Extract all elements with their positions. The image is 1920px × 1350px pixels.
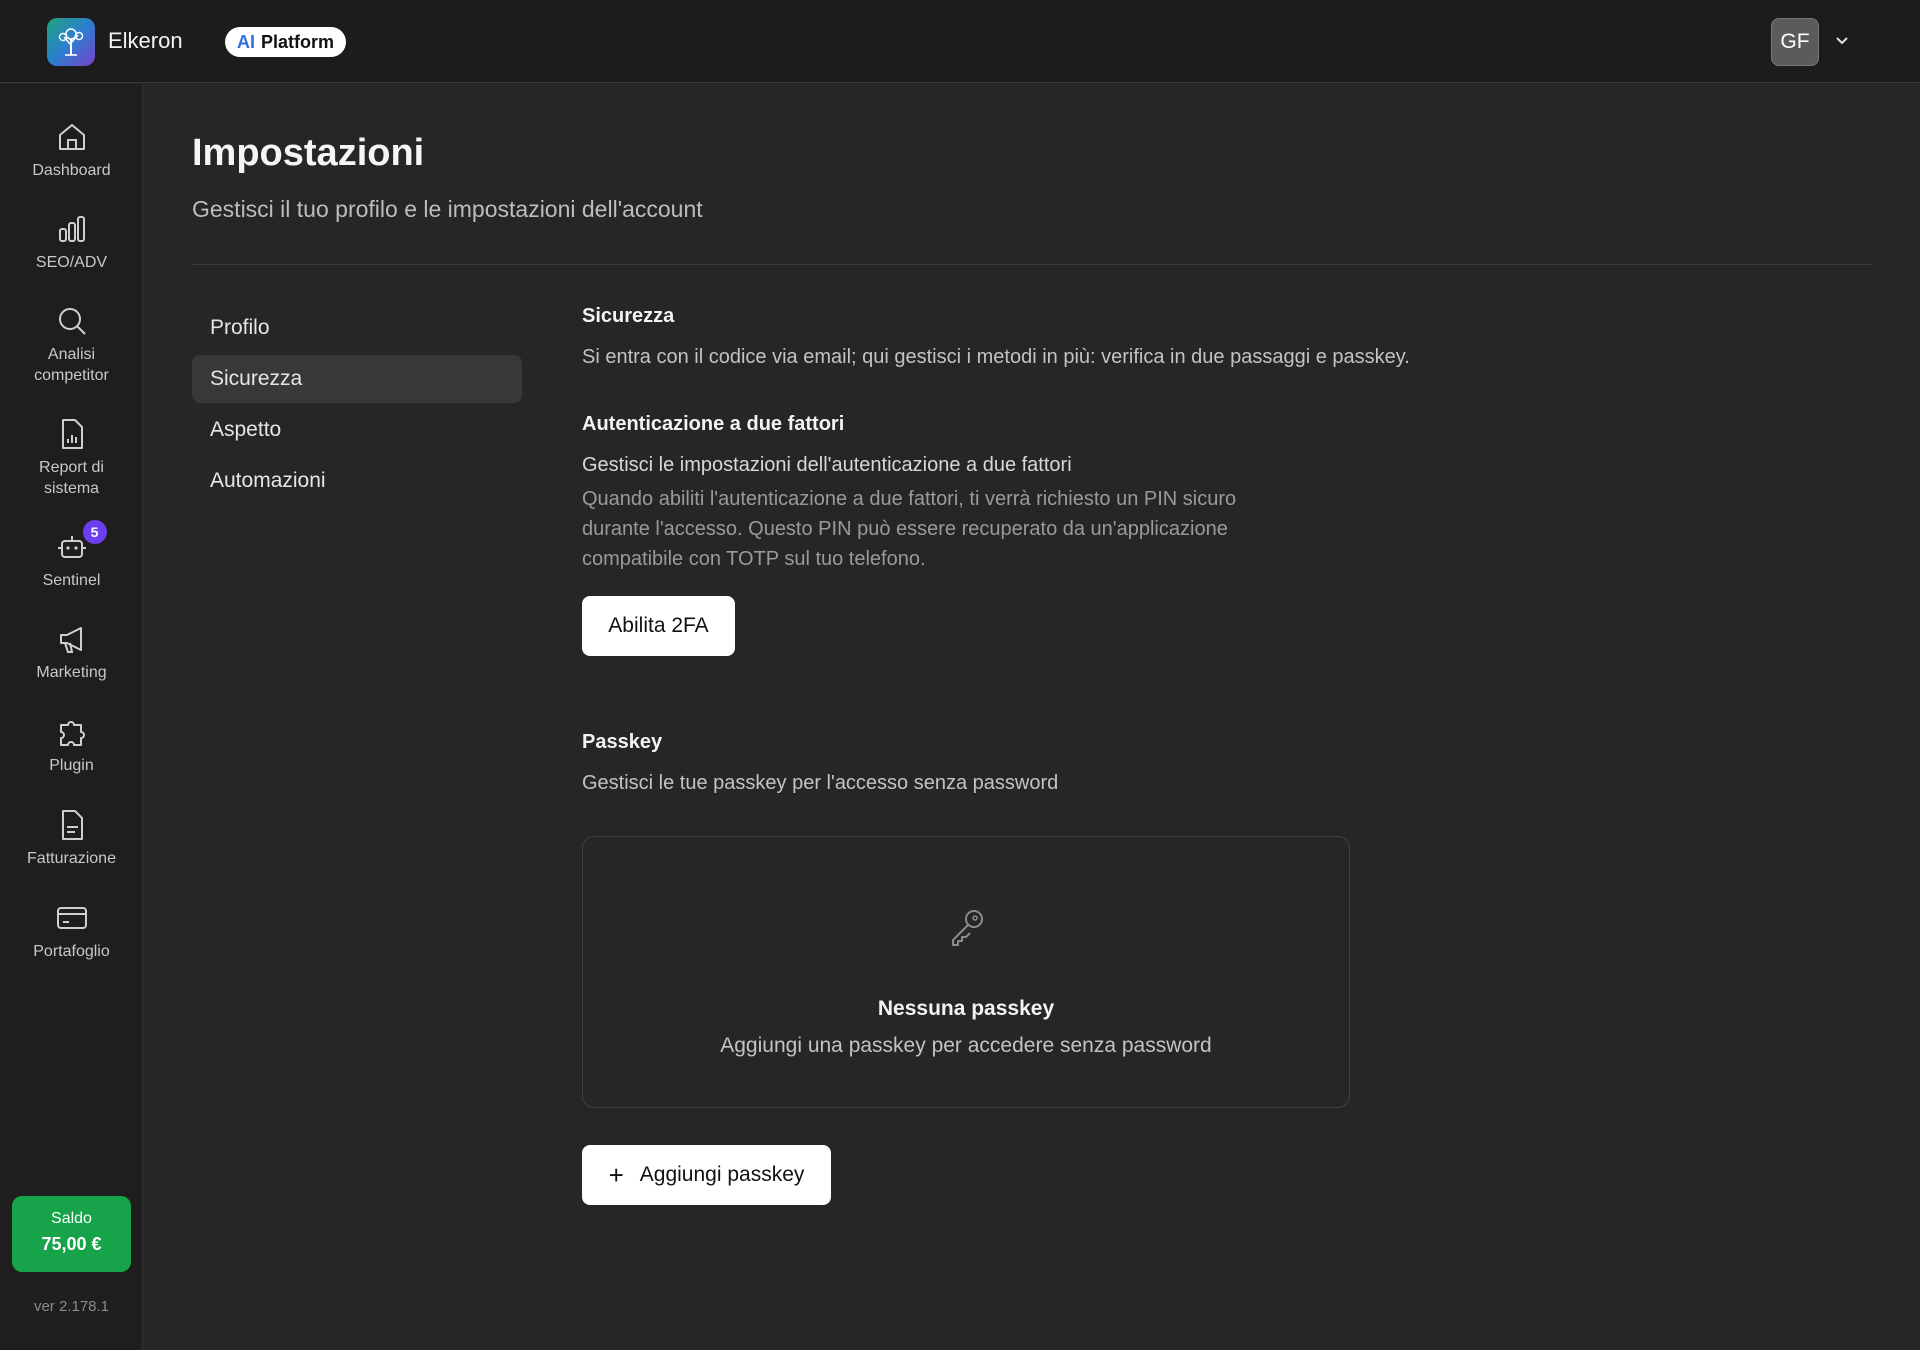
sidebar-item-portafoglio[interactable]: Portafoglio [0, 901, 143, 962]
user-avatar[interactable]: GF [1771, 18, 1819, 66]
settings-tab-automazioni[interactable]: Automazioni [192, 457, 522, 505]
passkey-empty-state: Nessuna passkey Aggiungi una passkey per… [582, 836, 1350, 1108]
sidebar: Dashboard SEO/ADV Analisi competitor Rep… [0, 84, 143, 1350]
settings-tab-aspetto[interactable]: Aspetto [192, 406, 522, 454]
sidebar-item-label: Plugin [49, 757, 94, 774]
app-version: ver 2.178.1 [33, 1298, 110, 1315]
key-icon [952, 910, 983, 946]
sidebar-item-dashboard[interactable]: Dashboard [0, 120, 143, 181]
search-icon [58, 308, 86, 335]
tree-icon [58, 28, 84, 56]
divider [192, 264, 1872, 265]
sidebar-item-report-di-sistema[interactable]: Report di sistema [0, 417, 143, 499]
sidebar-item-label: Sentinel [42, 572, 101, 589]
sidebar-item-plugin[interactable]: Plugin [0, 715, 143, 776]
sidebar-item-seo-adv[interactable]: SEO/ADV [0, 212, 143, 273]
balance-widget[interactable]: Saldo 75,00 € [12, 1196, 131, 1272]
passkey-empty-title: Nessuna passkey [877, 997, 1055, 1020]
security-title: Sicurezza [582, 305, 675, 327]
add-passkey-label: Aggiungi passkey [639, 1163, 805, 1186]
settings-tab-sicurezza[interactable]: Sicurezza [192, 355, 522, 403]
settings-tab-label: Sicurezza [210, 367, 303, 390]
app-logo[interactable] [47, 18, 95, 66]
wallet-icon [56, 907, 87, 929]
puzzle-icon [59, 721, 85, 746]
page-subtitle: Gestisci il tuo profilo e le impostazion… [192, 196, 703, 222]
sidebar-item-label: Marketing [36, 664, 107, 681]
passkey-empty-subtitle: Aggiungi una passkey per accedere senza … [720, 1034, 1212, 1057]
passkey-title: Passkey [582, 731, 663, 753]
badge-platform-label: Platform [261, 31, 335, 52]
passkey-subtitle: Gestisci le tue passkey per l'accesso se… [582, 772, 1059, 794]
megaphone-icon [59, 627, 82, 653]
tfa-subtitle: Gestisci le impostazioni dell'autenticaz… [582, 454, 1072, 476]
invoice-icon [61, 810, 83, 840]
app-name: Elkeron [108, 28, 183, 53]
sidebar-item-label: Portafoglio [33, 943, 110, 960]
top-bar: Elkeron AI Platform GF [0, 0, 1920, 83]
sidebar-item-analisi-competitor[interactable]: Analisi competitor [0, 304, 143, 386]
security-description: Si entra con il codice via email; qui ge… [582, 346, 1410, 368]
sidebar-item-label: Dashboard [32, 162, 111, 179]
sidebar-item-sentinel[interactable]: 5 Sentinel [0, 520, 143, 591]
page-title: Impostazioni [192, 132, 425, 174]
tfa-title: Autenticazione a due fattori [582, 413, 845, 435]
plus-icon: + [608, 1160, 624, 1190]
robot-icon-wrap: 5 [55, 520, 107, 564]
sidebar-item-label: Fatturazione [27, 850, 116, 867]
tfa-description: Quando abiliti l'autenticazione a due fa… [582, 488, 1237, 570]
platform-badge: AI Platform [225, 27, 347, 57]
badge-ai-label: AI [237, 31, 255, 52]
chevron-down-icon[interactable] [1833, 32, 1851, 50]
sidebar-item-label: SEO/ADV [35, 254, 108, 271]
sidebar-item-fatturazione[interactable]: Fatturazione [0, 808, 143, 869]
bar-chart-icon [58, 216, 85, 242]
balance-label: Saldo [51, 1210, 92, 1227]
sidebar-item-label: Analisi competitor [34, 346, 109, 384]
settings-tab-label: Automazioni [210, 469, 326, 492]
sidebar-item-label: Report di sistema [39, 459, 104, 497]
sidebar-item-marketing[interactable]: Marketing [0, 622, 143, 683]
settings-tab-label: Profilo [210, 316, 270, 339]
balance-value: 75,00 € [41, 1234, 102, 1254]
settings-nav: Profilo Sicurezza Aspetto Automazioni [192, 304, 522, 508]
settings-tab-label: Aspetto [210, 418, 282, 441]
settings-tab-profilo[interactable]: Profilo [192, 304, 522, 352]
home-icon [58, 124, 85, 150]
enable-2fa-button[interactable]: Abilita 2FA [582, 596, 735, 656]
notification-badge: 5 [82, 520, 107, 544]
report-icon [61, 419, 83, 449]
add-passkey-button[interactable]: + Aggiungi passkey [582, 1145, 831, 1205]
